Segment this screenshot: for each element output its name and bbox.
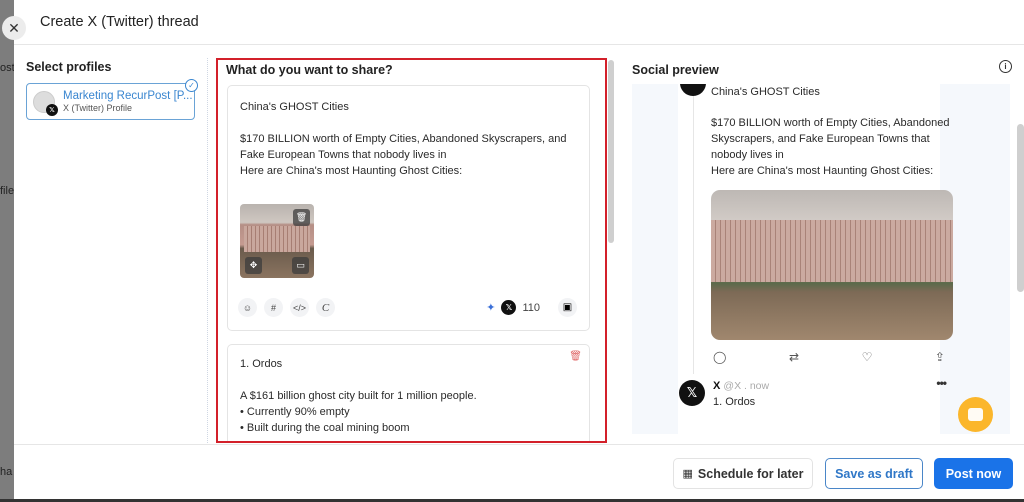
emoji-icon[interactable]: ☺ bbox=[238, 298, 257, 317]
delete-media-icon[interactable]: 🗑 bbox=[293, 209, 310, 226]
thread-line bbox=[693, 84, 694, 374]
alt-text-icon[interactable]: ▭ bbox=[292, 257, 309, 274]
create-thread-modal: Create X (Twitter) thread Select profile… bbox=[14, 0, 1024, 499]
tweet-body: $170 BILLION worth of Empty Cities, Aban… bbox=[711, 117, 950, 177]
profile-name: Marketing RecurPost [P... bbox=[63, 90, 193, 102]
preview-area: China's GHOST Cities $170 BILLION worth … bbox=[632, 84, 1010, 434]
backdrop-text: ha bbox=[0, 466, 13, 478]
chat-widget-button[interactable] bbox=[958, 397, 993, 432]
column-divider bbox=[207, 58, 208, 443]
preview-scrollbar[interactable] bbox=[1017, 124, 1024, 292]
profile-card[interactable]: 𝕏 Marketing RecurPost [P... X (Twitter) … bbox=[26, 79, 198, 120]
modal-title: Create X (Twitter) thread bbox=[40, 14, 199, 30]
post-now-button[interactable]: Post now bbox=[934, 458, 1013, 489]
modal-footer: ▦ Schedule for later Save as draft Post … bbox=[14, 444, 1024, 499]
tweet-actions: ◯ ⇄ ♡ ⇪ bbox=[713, 350, 945, 364]
ai-sparkle-icon[interactable]: ✦ bbox=[486, 301, 495, 314]
thumb-buildings bbox=[244, 226, 310, 252]
schedule-label: Schedule for later bbox=[697, 466, 804, 481]
canva-icon[interactable]: C bbox=[316, 298, 335, 317]
avatar: 𝕏 bbox=[679, 380, 705, 406]
author-handle: @X . now bbox=[723, 380, 770, 392]
post-editor[interactable]: 1. Ordos A $161 billion ghost city built… bbox=[227, 344, 590, 441]
like-icon[interactable]: ♡ bbox=[862, 350, 873, 364]
x-logo-icon: 𝕏 bbox=[501, 300, 517, 315]
add-media-icon[interactable]: ▣ bbox=[558, 298, 577, 317]
backdrop-page: ost file ha bbox=[0, 0, 15, 502]
preview-title: Social preview bbox=[632, 63, 719, 77]
chat-icon bbox=[968, 408, 983, 421]
backdrop-text: file bbox=[0, 185, 15, 197]
composer-panel: What do you want to share? China's GHOST… bbox=[216, 58, 607, 443]
check-circle-icon: ✓ bbox=[185, 79, 198, 92]
tweet-author: X @X . now bbox=[713, 380, 769, 392]
composer-scrollbar[interactable] bbox=[608, 60, 614, 243]
editor-toolbar: ☺ # </> C bbox=[238, 298, 335, 317]
x-logo-icon: 𝕏 bbox=[46, 103, 58, 116]
image-buildings bbox=[711, 220, 953, 282]
char-count: 110 bbox=[522, 301, 540, 314]
tweet-text: 1. Ordos bbox=[713, 396, 756, 408]
schedule-button[interactable]: ▦ Schedule for later bbox=[673, 458, 813, 489]
hashtag-icon[interactable]: # bbox=[264, 298, 283, 317]
tweet-image bbox=[711, 190, 953, 340]
backdrop-text: ost bbox=[0, 62, 15, 74]
author-name: X bbox=[713, 380, 721, 392]
tweet-title: China's GHOST Cities bbox=[711, 86, 820, 98]
profiles-title: Select profiles bbox=[26, 60, 112, 74]
post-text[interactable]: China's GHOST Cities $170 BILLION worth … bbox=[240, 99, 580, 179]
more-icon[interactable]: ••• bbox=[936, 376, 947, 390]
modal-header: Create X (Twitter) thread bbox=[14, 0, 1024, 45]
calendar-icon: ▦ bbox=[682, 468, 693, 480]
composer-title: What do you want to share? bbox=[226, 63, 393, 77]
close-icon: ✕ bbox=[8, 19, 20, 36]
retweet-icon[interactable]: ⇄ bbox=[789, 350, 799, 364]
save-draft-button[interactable]: Save as draft bbox=[825, 458, 923, 489]
post-editor[interactable]: China's GHOST Cities $170 BILLION worth … bbox=[227, 85, 590, 331]
tweet-preview: China's GHOST Cities $170 BILLION worth … bbox=[678, 84, 953, 434]
info-icon[interactable]: i bbox=[999, 60, 1012, 73]
post-text[interactable]: 1. Ordos A $161 billion ghost city built… bbox=[240, 356, 580, 436]
profile-type: X (Twitter) Profile bbox=[63, 103, 133, 113]
move-icon[interactable]: ✥ bbox=[245, 257, 262, 274]
preview-panel: Social preview i China's GHOST Cities $1… bbox=[632, 60, 1012, 444]
avatar bbox=[680, 84, 706, 96]
editor-toolbar-right: ✦ 𝕏 110 ▣ bbox=[486, 298, 577, 317]
reply-icon[interactable]: ◯ bbox=[713, 350, 726, 364]
delete-post-icon[interactable]: 🗑 bbox=[569, 351, 582, 362]
code-icon[interactable]: </> bbox=[290, 298, 309, 317]
profiles-panel: Select profiles 𝕏 Marketing RecurPost [P… bbox=[26, 60, 206, 120]
avatar: 𝕏 bbox=[33, 90, 58, 116]
share-icon[interactable]: ⇪ bbox=[935, 350, 945, 364]
close-button[interactable]: ✕ bbox=[2, 16, 26, 40]
media-thumbnail[interactable]: 🗑 ✥ ▭ bbox=[240, 204, 314, 278]
